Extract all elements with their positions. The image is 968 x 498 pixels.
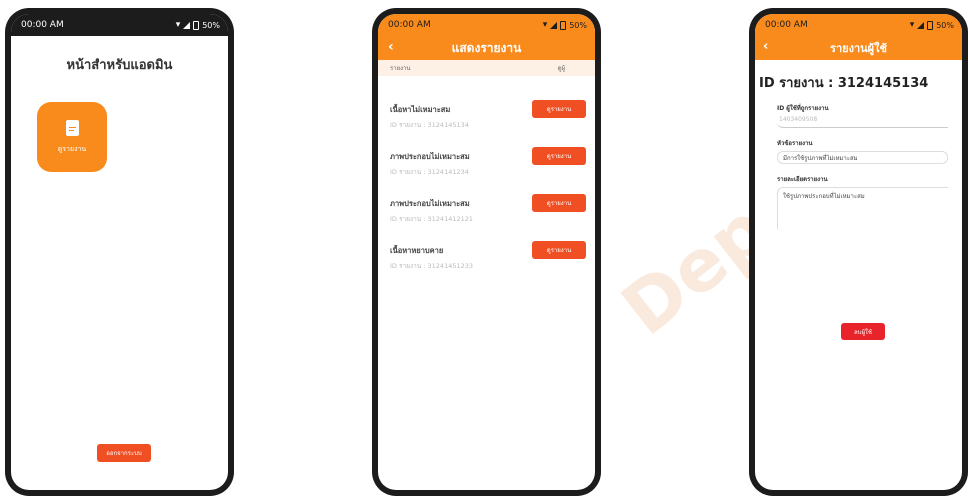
- status-time: 00:00 AM: [388, 20, 431, 30]
- battery-icon: [193, 20, 200, 30]
- subject-field: มีการใช้รูปภาพที่ไม่เหมาะสม: [777, 151, 948, 164]
- app-bar: ‹ รายงานผู้ใช้: [755, 36, 962, 60]
- page-title: แสดงรายงาน: [451, 40, 522, 55]
- list-header: รายงาน ดูผู้: [378, 60, 595, 76]
- report-id-heading: ID รายงาน : 3124145134: [759, 76, 929, 91]
- status-bar: 00:00 AM ▾ 50%: [755, 14, 962, 36]
- report-item: ภาพประกอบไม่เหมาะสม ID รายงาน : 31241412…: [390, 147, 586, 187]
- column-report: รายงาน: [390, 65, 411, 72]
- wifi-icon: ▾: [909, 19, 915, 30]
- back-chevron-icon[interactable]: ‹: [388, 39, 394, 55]
- report-item: เนื้อหาไม่เหมาะสม ID รายงาน : 3124145134…: [390, 100, 586, 140]
- screen-admin-home: 00:00 AM ▾ 50% หน้าสำหรับแอดมิน ดูรายงาน…: [11, 14, 228, 490]
- report-id: ID รายงาน : 31241451233: [390, 262, 474, 270]
- status-time: 00:00 AM: [21, 20, 64, 30]
- report-item: เนื้อหาหยาบคาย ID รายงาน : 31241451233 ด…: [390, 241, 586, 281]
- screen-report-list: 00:00 AM ▾ 50% ‹ แสดงรายงาน รายงาน ดูผู้…: [378, 14, 595, 490]
- view-report-button[interactable]: ดูรายงาน: [532, 241, 586, 259]
- status-bar: 00:00 AM ▾ 50%: [11, 14, 228, 36]
- battery-icon: [927, 20, 934, 30]
- report-item: ภาพประกอบไม่เหมาะสม ID รายงาน : 31241412…: [390, 194, 586, 234]
- document-icon: [65, 119, 79, 136]
- status-time: 00:00 AM: [765, 20, 808, 30]
- wifi-icon: ▾: [542, 19, 548, 30]
- reported-user-label: ID ผู้ใช้ที่ถูกรายงาน: [777, 105, 829, 112]
- view-report-button[interactable]: ดูรายงาน: [532, 100, 586, 118]
- battery-icon: [560, 20, 567, 30]
- report-title: เนื้อหาไม่เหมาะสม: [390, 105, 451, 114]
- status-icons: ▾ 50%: [175, 19, 220, 30]
- status-bar: 00:00 AM ▾ 50%: [378, 14, 595, 36]
- column-view: ดูผู้: [557, 65, 565, 72]
- report-id: ID รายงาน : 3124145134: [390, 121, 469, 129]
- report-title: ภาพประกอบไม่เหมาะสม: [390, 152, 470, 161]
- details-field: ใช้รูปภาพประกอบที่ไม่เหมาะสม: [777, 187, 948, 229]
- battery-level: 50%: [202, 20, 220, 30]
- battery-level: 50%: [936, 20, 954, 30]
- view-reports-label: ดูรายงาน: [57, 144, 87, 153]
- status-icons: ▾ 50%: [909, 19, 954, 30]
- view-report-button[interactable]: ดูรายงาน: [532, 194, 586, 212]
- battery-level: 50%: [569, 20, 587, 30]
- wifi-icon: ▾: [175, 19, 181, 30]
- page-title: รายงานผู้ใช้: [830, 42, 887, 55]
- status-icons: ▾ 50%: [542, 19, 587, 30]
- phone-report-list: 00:00 AM ▾ 50% ‹ แสดงรายงาน รายงาน ดูผู้…: [372, 8, 601, 496]
- reported-user-field: 1403409508: [777, 116, 948, 128]
- app-bar: ‹ แสดงรายงาน: [378, 36, 595, 60]
- phone-report-detail: 00:00 AM ▾ 50% ‹ รายงานผู้ใช้ ID รายงาน …: [749, 8, 968, 496]
- view-report-button[interactable]: ดูรายงาน: [532, 147, 586, 165]
- details-label: รายละเอียดรายงาน: [777, 176, 828, 183]
- report-id: ID รายงาน : 3124141234: [390, 168, 469, 176]
- report-title: เนื้อหาหยาบคาย: [390, 246, 444, 255]
- subject-label: หัวข้อรายงาน: [777, 140, 813, 147]
- report-id: ID รายงาน : 31241412121: [390, 215, 474, 223]
- page-title: หน้าสำหรับแอดมิน: [66, 58, 173, 73]
- signal-icon: [183, 21, 191, 29]
- back-chevron-icon[interactable]: ‹: [763, 39, 768, 54]
- screen-report-detail: 00:00 AM ▾ 50% ‹ รายงานผู้ใช้ ID รายงาน …: [755, 14, 962, 490]
- report-title: ภาพประกอบไม่เหมาะสม: [390, 199, 470, 208]
- signal-icon: [550, 21, 558, 29]
- signal-icon: [917, 21, 925, 29]
- phone-admin-home: 00:00 AM ▾ 50% หน้าสำหรับแอดมิน ดูรายงาน…: [5, 8, 234, 496]
- logout-button[interactable]: ออกจากระบบ: [97, 444, 151, 462]
- delete-user-button[interactable]: ลบผู้ใช้: [841, 323, 885, 340]
- view-reports-tile[interactable]: ดูรายงาน: [37, 102, 107, 172]
